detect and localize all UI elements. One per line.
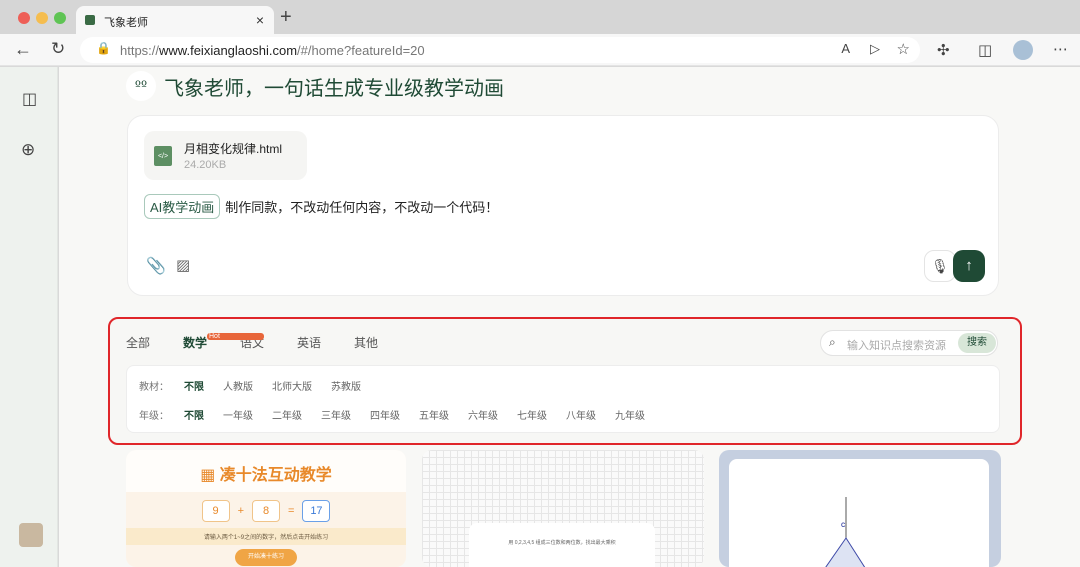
url-host: www.feixianglaoshi.com: [159, 43, 298, 58]
prompt-composer[interactable]: </> 月相变化规律.html 24.20KB AI教学动画 制作同款，不改动任何…: [127, 115, 999, 296]
browser-tab[interactable]: 飞象老师 ×: [76, 6, 274, 34]
reload-icon[interactable]: ↻: [51, 39, 65, 59]
tab-all[interactable]: 全部: [126, 334, 183, 351]
logo-icon: ºº: [126, 71, 156, 101]
grade-option[interactable]: 三年级: [321, 407, 370, 422]
subject-tabs: 全部 数学 Hot 语文 英语 其他: [126, 333, 411, 351]
grade-option[interactable]: 九年级: [615, 407, 664, 422]
vertex-label: C: [841, 523, 846, 529]
hot-badge: Hot: [207, 333, 264, 340]
number-input[interactable]: 9: [201, 500, 230, 522]
textbook-option[interactable]: 苏教版: [331, 378, 380, 393]
grade-row: 年级： 不限 一年级 二年级 三年级 四年级 五年级 六年级 七年级 八年级 九…: [139, 407, 664, 422]
grade-option[interactable]: 八年级: [566, 407, 615, 422]
resource-card[interactable]: 用 0,2,3,4,5 组成三位数和两位数，找出最大乘积: [422, 450, 704, 567]
tab-title: 飞象老师: [104, 17, 148, 29]
prompt-text[interactable]: AI教学动画 制作同款，不改动任何内容，不改动一个代码！: [144, 194, 498, 219]
url-input[interactable]: 🔒 https://www.feixianglaoshi.com/#/home?f…: [80, 37, 920, 63]
grade-label: 年级：: [139, 411, 169, 422]
close-window-button[interactable]: [18, 12, 30, 24]
favorite-star-icon[interactable]: ☆: [897, 40, 910, 58]
split-screen-icon[interactable]: ◫: [978, 41, 992, 59]
triangle-diagram: [825, 497, 866, 567]
url-path: /#/home?featureId=20: [297, 43, 425, 58]
read-aloud-icon[interactable]: A: [841, 41, 850, 56]
grade-option[interactable]: 四年级: [370, 407, 419, 422]
resource-card[interactable]: C: [719, 450, 1001, 567]
start-practice-button[interactable]: 开始凑十练习: [235, 549, 297, 566]
card-question: 用 0,2,3,4,5 组成三位数和两位数，找出最大乘积: [469, 523, 655, 567]
grade-option[interactable]: 五年级: [419, 407, 468, 422]
new-tab-button[interactable]: +: [280, 6, 292, 29]
textbook-option[interactable]: 不限: [184, 378, 223, 393]
lock-icon: 🔒: [96, 41, 111, 55]
number-input[interactable]: 8: [252, 500, 280, 522]
attach-icon[interactable]: 📎: [146, 256, 166, 276]
equation: 9 + 8 = 17: [126, 500, 406, 522]
result-box: 17: [302, 500, 331, 522]
attached-file[interactable]: </> 月相变化规律.html 24.20KB: [144, 131, 307, 180]
tab-english[interactable]: 英语: [297, 334, 354, 351]
more-menu-icon[interactable]: ⋯: [1053, 40, 1068, 58]
geometry-canvas: C: [729, 459, 989, 567]
search-icon: ⌕: [829, 335, 836, 349]
textbook-label: 教材：: [139, 382, 169, 393]
card-title-text: 凑十法互动教学: [219, 467, 332, 484]
grade-option[interactable]: 一年级: [223, 407, 272, 422]
minimize-window-button[interactable]: [36, 12, 48, 24]
search-button[interactable]: 搜索: [958, 333, 996, 353]
tab-math[interactable]: 数学 Hot: [183, 333, 264, 351]
html-file-icon: </>: [154, 146, 172, 166]
maximize-window-button[interactable]: [54, 12, 66, 24]
media-icon[interactable]: ▷: [870, 41, 880, 57]
textbook-option[interactable]: 人教版: [223, 378, 272, 393]
tab-other[interactable]: 其他: [354, 334, 411, 351]
textbook-option[interactable]: 北师大版: [272, 378, 331, 393]
search-placeholder: 输入知识点搜索资源: [847, 340, 946, 352]
close-tab-icon[interactable]: ×: [256, 12, 264, 28]
page-title: ºº 飞象老师，一句话生成专业级教学动画: [126, 71, 504, 101]
resource-filter-panel: 全部 数学 Hot 语文 英语 其他 ⌕ 输入知识点搜索资源 搜索 教材： 不限 人教…: [108, 317, 1022, 445]
send-button[interactable]: ↑: [953, 250, 985, 282]
grade-option[interactable]: 不限: [184, 407, 223, 422]
new-chat-icon[interactable]: ⊕: [21, 140, 35, 160]
resource-card[interactable]: ▦ 凑十法互动教学 9 + 8 = 17 请输入两个1~9之间的数字，然后点击开…: [126, 450, 406, 567]
sidebar-toggle-icon[interactable]: ◫: [22, 89, 37, 109]
filter-options: 教材： 不限 人教版 北师大版 苏教版 年级： 不限 一年级 二年级 三年级 四…: [126, 365, 1000, 433]
image-icon[interactable]: ▨: [176, 256, 190, 274]
url-prefix: https://: [120, 43, 160, 58]
address-bar-row: ← ↻ 🔒 https://www.feixianglaoshi.com/#/ho…: [0, 34, 1080, 66]
user-avatar[interactable]: [19, 523, 43, 547]
equals-sign: =: [288, 505, 295, 517]
file-name: 月相变化规律.html: [184, 142, 283, 156]
title-text: 飞象老师，一句话生成专业级教学动画: [164, 75, 504, 100]
tab-bar: 飞象老师 × +: [0, 0, 1080, 34]
main-content: ºº 飞象老师，一句话生成专业级教学动画 </> 月相变化规律.html 24.2…: [59, 67, 1080, 567]
microphone-button[interactable]: 🎙: [924, 250, 956, 282]
file-size: 24.20KB: [184, 159, 227, 171]
prompt-body: 制作同款，不改动任何内容，不改动一个代码！: [225, 200, 499, 215]
prompt-tag[interactable]: AI教学动画: [144, 194, 221, 219]
favicon-icon: [85, 15, 95, 25]
knowledge-search-input[interactable]: ⌕ 输入知识点搜索资源 搜索: [820, 330, 998, 356]
sidebar: ◫ ⊕: [0, 67, 58, 567]
back-icon[interactable]: ←: [14, 39, 32, 60]
profile-avatar[interactable]: [1013, 40, 1033, 60]
grade-option[interactable]: 七年级: [517, 407, 566, 422]
card-title: ▦ 凑十法互动教学: [126, 450, 406, 492]
grade-option[interactable]: 二年级: [272, 407, 321, 422]
textbook-row: 教材： 不限 人教版 北师大版 苏教版: [139, 378, 380, 393]
extensions-icon[interactable]: ✣: [937, 41, 950, 59]
grade-option[interactable]: 六年级: [468, 407, 517, 422]
plus-sign: +: [237, 505, 244, 517]
card-hint: 请输入两个1~9之间的数字，然后点击开始练习: [126, 528, 406, 545]
